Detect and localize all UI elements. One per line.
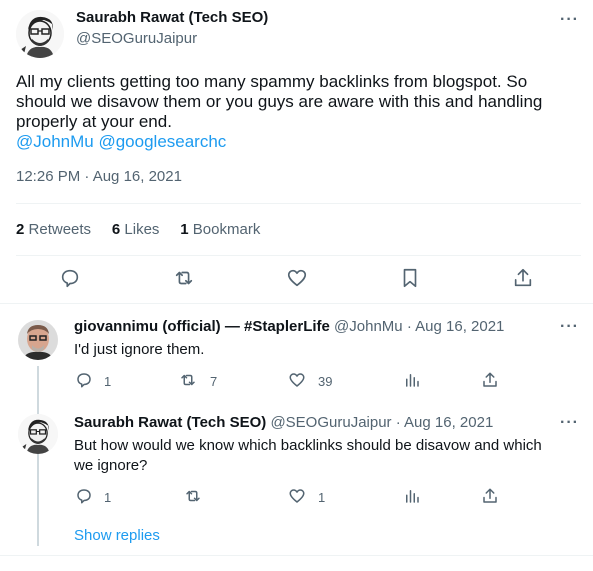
divider [16,255,581,256]
show-replies-link[interactable]: Show replies [74,527,160,544]
tweet-timestamp[interactable]: 12:26 PM · Aug 16, 2021 [16,168,182,185]
divider [16,203,581,204]
reply-icon [77,489,91,504]
likes-stat[interactable]: 6 Likes [112,221,160,238]
more-options-icon[interactable]: ··· [560,318,579,336]
engagement-stats: 2 Retweets 6 Likes 1 Bookmark [16,221,260,238]
reply-text-line: But how would we know which backlinks sh… [74,437,542,454]
reply1-header: giovannimu (official) — #StaplerLife @Jo… [74,318,504,335]
reply-date[interactable]: · Aug 16, 2021 [407,318,505,335]
share-button[interactable] [481,487,499,505]
thread-line [37,366,39,546]
tweet-text: All my clients getting too many spammy b… [16,72,581,152]
heart-icon [289,489,305,503]
analytics-icon [406,490,419,503]
retweets-stat[interactable]: 2 Retweets [16,221,91,238]
heart-icon [287,269,307,287]
tweet-text-line: All my clients getting too many spammy b… [16,72,528,91]
reply-author-handle[interactable]: @SEOGuruJaipur [270,414,391,431]
divider [0,555,593,556]
divider [0,303,593,304]
bookmark-button[interactable] [399,267,421,289]
reply-avatar[interactable] [18,414,58,454]
share-icon [483,372,497,387]
reply-author-name[interactable]: Saurabh Rawat (Tech SEO) [74,414,266,431]
reply-text: I'd just ignore them. [74,341,205,358]
reply-icon [77,373,91,388]
retweet-button[interactable] [173,267,195,289]
analytics-icon [406,374,419,387]
reply-icon [61,269,79,288]
reply-avatar[interactable] [18,320,58,360]
reply-author-handle[interactable]: @JohnMu [334,318,403,335]
share-button[interactable] [512,267,534,289]
like-count: 39 [318,374,333,389]
reply-text-line: we ignore? [74,457,148,474]
more-options-icon[interactable]: ··· [560,11,579,29]
author-name[interactable]: Saurabh Rawat (Tech SEO) [76,9,268,26]
more-options-label: ··· [560,11,579,28]
bookmark-icon [403,268,417,288]
more-options-label: ··· [560,414,579,431]
reply-count: 1 [104,490,112,505]
retweets-count: 2 [16,221,25,238]
likes-label: Likes [124,221,160,238]
analytics-button[interactable] [403,371,421,389]
like-button[interactable] [286,267,308,289]
heart-icon [289,373,305,387]
retweet-button[interactable] [184,487,202,505]
like-button[interactable] [288,371,306,389]
author-handle[interactable]: @SEOGuruJaipur [76,30,197,47]
retweet-icon [175,271,193,285]
retweet-button[interactable] [179,371,197,389]
reply2-header: Saurabh Rawat (Tech SEO) @SEOGuruJaipur … [74,414,493,431]
reply-author-name[interactable]: giovannimu (official) — #StaplerLife [74,318,330,335]
mention-links[interactable]: @JohnMu @googlesearchc [16,132,581,152]
share-button[interactable] [481,371,499,389]
like-count: 1 [318,490,326,505]
more-options-icon[interactable]: ··· [560,414,579,432]
share-icon [483,488,497,503]
retweet-icon [181,374,195,386]
reply-count: 1 [104,374,112,389]
more-options-label: ··· [560,318,579,335]
analytics-button[interactable] [403,487,421,505]
reply-button[interactable] [59,267,81,289]
bookmarks-label: Bookmark [192,221,261,238]
tweet-text-line: properly at your end. [16,112,172,131]
reply-button[interactable] [75,371,93,389]
reply-button[interactable] [75,487,93,505]
like-button[interactable] [288,487,306,505]
retweets-label: Retweets [28,221,92,238]
bookmarks-count: 1 [180,221,189,238]
retweet-count: 7 [210,374,218,389]
tweet-text-line: should we disavow them or you guys are a… [16,92,543,111]
share-icon [514,268,532,287]
author-avatar[interactable] [16,10,64,58]
retweet-icon [186,490,200,502]
likes-count: 6 [111,221,121,238]
reply-date[interactable]: · Aug 16, 2021 [396,414,494,431]
bookmarks-stat[interactable]: 1 Bookmark [180,221,260,238]
reply-text: But how would we know which backlinks sh… [74,436,579,476]
